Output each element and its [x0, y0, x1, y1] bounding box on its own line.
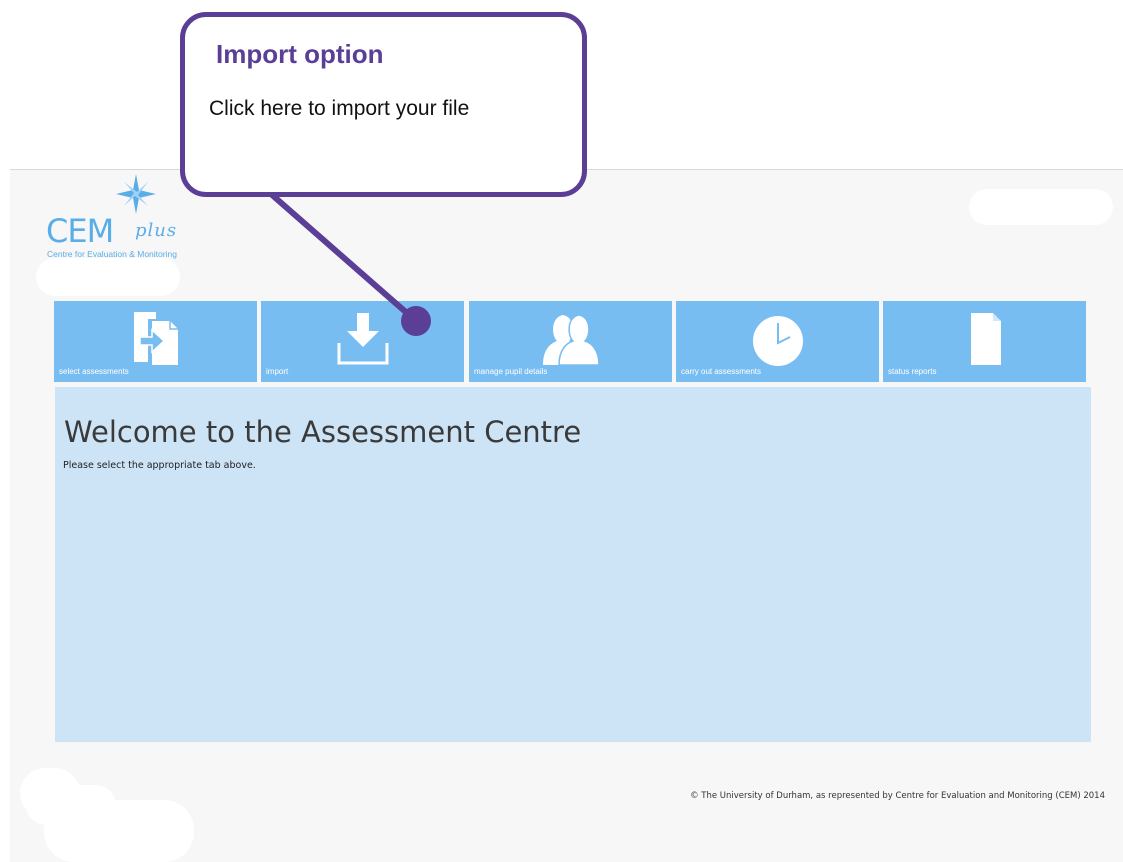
callout-text: Click here to import your file	[209, 97, 470, 120]
import-callout: Import option Click here to import your …	[180, 12, 587, 197]
callout-title: Import option	[216, 39, 384, 69]
